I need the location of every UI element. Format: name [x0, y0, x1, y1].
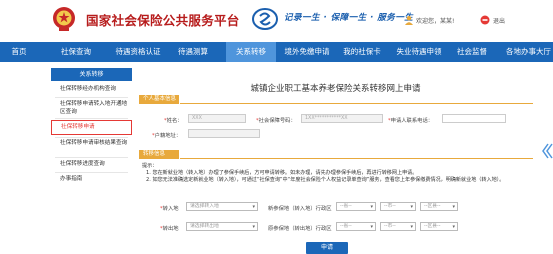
- transfer-out-label: *转出地: [160, 226, 179, 232]
- sidebar-item-region-query[interactable]: 社保转移申请转入地开通地区查询: [51, 100, 132, 116]
- transfer-out-select[interactable]: 请选择转出地: [186, 222, 258, 231]
- section-divider: [180, 103, 533, 104]
- nav-home[interactable]: 首页: [4, 42, 34, 62]
- contact-label: *申请人联系电话：: [388, 118, 434, 124]
- slogan: 记录一生 · 保障一生 · 服务一生: [284, 13, 414, 23]
- new-province-select[interactable]: --省--: [336, 202, 376, 211]
- id-label: *社会保障号码：: [256, 118, 296, 124]
- tip-2: 2. 如您无法准确选定新就业地（转入地），可通过“社保查询”中“年度社会保险个人…: [146, 177, 505, 183]
- nav-supervision[interactable]: 社会监督: [452, 42, 492, 62]
- transfer-in-label: *转入地: [160, 206, 179, 212]
- main-nav: 首页 社保查询 待遇资格认证 待遇测算 关系转移 境外免缴申请 我的社保卡 失业…: [0, 42, 553, 62]
- sidebar-divider: [55, 137, 128, 138]
- sidebar-item-transfer-apply[interactable]: 社保转移申请: [51, 120, 132, 135]
- application-form: 城镇企业职工基本养老保险关系转移网上申请 个人基本信息 *姓名： XXX *社会…: [138, 68, 533, 254]
- welcome-text: 欢迎您，某某!: [416, 18, 455, 25]
- nav-transfer[interactable]: 关系转移: [226, 42, 276, 62]
- sidebar-divider: [55, 157, 128, 158]
- sidebar-item-progress-query[interactable]: 社保转移进度查询: [51, 160, 132, 169]
- nav-benefit-calc[interactable]: 待遇测算: [172, 42, 214, 62]
- sidebar-divider: [55, 172, 128, 173]
- sidebar-divider: [55, 118, 128, 119]
- old-district-select[interactable]: --区县--: [420, 222, 458, 231]
- form-title: 城镇企业职工基本养老保险关系转移网上申请: [250, 84, 421, 94]
- id-field: 1XX***********XX: [301, 114, 383, 123]
- nav-local-halls[interactable]: 各地办事大厅: [506, 42, 553, 62]
- personal-info-section: 个人基本信息: [139, 95, 179, 104]
- social-insurance-logo-icon: [252, 8, 278, 30]
- nav-social-query[interactable]: 社保查询: [56, 42, 96, 62]
- sidebar-item-agency-query[interactable]: 社保转移经办机构查询: [51, 85, 132, 94]
- new-city-select[interactable]: --市--: [380, 202, 416, 211]
- logout-icon[interactable]: [480, 15, 490, 25]
- new-region-label: 新参保地（转入地）行政区: [268, 206, 332, 212]
- nav-unemployment[interactable]: 失业待遇申领: [392, 42, 446, 62]
- logout-link[interactable]: 退出: [493, 16, 505, 25]
- name-label: *姓名：: [164, 118, 183, 124]
- sidebar-item-guide[interactable]: 办事指南: [51, 175, 132, 184]
- sidebar-divider: [55, 97, 128, 98]
- contact-phone-input[interactable]: [442, 114, 506, 123]
- sidebar-item-review-result[interactable]: 社保转移申请审核结果查询: [51, 139, 132, 147]
- national-emblem-icon: [53, 7, 75, 31]
- old-province-select[interactable]: --省--: [336, 222, 376, 231]
- nav-my-card[interactable]: 我的社保卡: [340, 42, 384, 62]
- name-field: XXX: [188, 114, 246, 123]
- section-divider: [180, 158, 533, 159]
- new-district-select[interactable]: --区县--: [420, 202, 458, 211]
- site-title: 国家社会保险公共服务平台: [86, 13, 240, 28]
- nav-overseas-exemption[interactable]: 境外免缴申请: [280, 42, 334, 62]
- submit-button[interactable]: 申请: [306, 242, 348, 254]
- user-icon: [405, 16, 413, 25]
- sidebar-heading: 关系转移: [51, 68, 132, 81]
- address-label: *户籍地址：: [152, 133, 182, 139]
- old-region-label: 原参保地（转出地）行政区: [268, 226, 332, 232]
- sidebar: 关系转移 社保转移经办机构查询 社保转移申请转入地开通地区查询 社保转移申请 社…: [51, 68, 132, 254]
- transfer-in-select[interactable]: 请选择转入地: [186, 202, 258, 211]
- site-header: 国家社会保险公共服务平台 记录一生 · 保障一生 · 服务一生 欢迎您，某某! …: [0, 0, 553, 42]
- old-city-select[interactable]: --市--: [380, 222, 416, 231]
- address-field: [188, 129, 260, 138]
- nav-qualification[interactable]: 待遇资格认证: [112, 42, 164, 62]
- double-chevron-left-icon[interactable]: [540, 142, 553, 160]
- transfer-info-section: 转移信息: [139, 150, 179, 159]
